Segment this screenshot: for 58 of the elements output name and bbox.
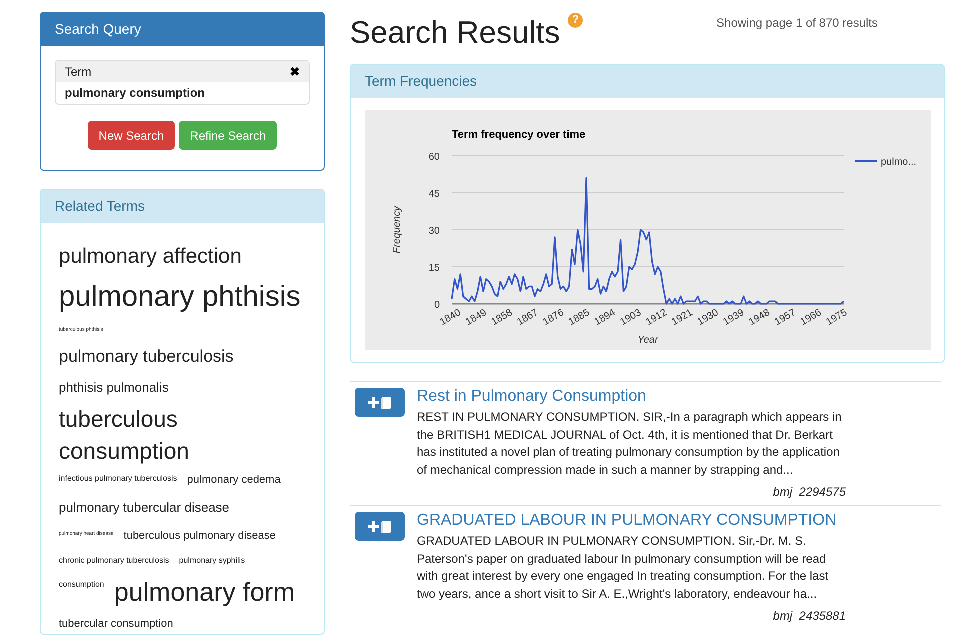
chart-title: Term frequency over time [452, 129, 586, 141]
result-title-link[interactable]: GRADUATED LABOUR IN PULMONARY CONSUMPTION [417, 511, 846, 531]
related-term-link[interactable]: pulmonary syphilis [179, 549, 246, 573]
related-term-link[interactable]: pulmonary tuberculosis [59, 341, 234, 373]
result-snippet: REST IN PULMONARY CONSUMPTION. SIR,-In a paragraph which appears in the BRITISH1 MEDICAL JOURNAL of Oct. 4th, it is mentioned that Dr. Berkart has instituted a novel plan of treating pulmonary consumption by the application of mechanical compression made in such a manner by strapping and... [417, 409, 843, 478]
result-snippet: GRADUATED LABOUR IN PULMONARY CONSUMPTION. Sir,-Dr. M. S. Paterson's paper on graduated labour In pulmonary consumption will be read with great interest by every one engaged In treating consumption. For the last two years, ance a short visit to Sir A. E.,Wright's laboratory, endeavour ha... [417, 533, 830, 602]
y-tick-label: 30 [428, 226, 440, 237]
result-id: bmj_2294575 [773, 484, 846, 501]
x-tick-label: 1975 [824, 308, 850, 328]
panel-title: Term Frequencies [365, 72, 478, 91]
add-to-collection-button[interactable] [355, 388, 405, 417]
related-term-link[interactable]: phthisis pulmonalis [59, 373, 169, 403]
x-tick-label: 1948 [747, 308, 772, 328]
related-term-link[interactable]: pulmonary cedema [187, 467, 281, 493]
related-term-link[interactable]: pulmonary tubercular disease [59, 493, 230, 523]
search-button[interactable]: New Search [88, 121, 176, 150]
y-tick-label: 45 [428, 189, 440, 200]
y-tick-label: 0 [434, 300, 440, 311]
x-tick-label: 1849 [464, 308, 489, 328]
related-term-link[interactable]: pulmonary form [114, 573, 295, 611]
y-tick-label: 60 [428, 152, 440, 163]
related-term-link[interactable]: chronic pulmonary tuberculosis [59, 549, 170, 573]
related-term-link[interactable]: consumption [59, 573, 104, 597]
y-tick-label: 15 [428, 263, 440, 274]
remove-term-button[interactable]: ✖ [290, 66, 300, 78]
x-tick-label: 1858 [490, 308, 515, 328]
x-tick-label: 1921 [670, 308, 695, 328]
x-tick-label: 1894 [592, 308, 618, 328]
x-tick-label: 1912 [644, 308, 670, 328]
plus-copy-icon [367, 520, 393, 534]
x-tick-label: 1876 [541, 308, 566, 328]
plus-copy-icon [367, 396, 393, 410]
result-title-link[interactable]: Rest in Pulmonary Consumption [417, 387, 846, 407]
x-tick-label: 1957 [773, 308, 798, 328]
panel-title: Related Terms [55, 197, 146, 216]
result-id: bmj_2435881 [773, 608, 846, 625]
term-value: pulmonary consumption [65, 85, 206, 102]
x-tick-label: 1966 [798, 308, 824, 328]
legend-label: pulmo... [881, 157, 917, 168]
panel-title: Search Query [55, 20, 142, 39]
results-count: Showing page 1 of 870 results [716, 15, 878, 32]
related-term-link[interactable]: pulmonary phthisis [59, 275, 301, 319]
add-to-collection-button[interactable] [355, 512, 405, 541]
y-axis-label: Frequency [392, 206, 403, 254]
x-tick-label: 1930 [696, 308, 721, 328]
related-term-link[interactable]: tubercular consumption [59, 611, 174, 634]
related-term-link[interactable]: tuberculous consumption [59, 403, 306, 467]
term-label: Term [65, 64, 92, 80]
x-tick-label: 1939 [722, 308, 746, 328]
related-term-link[interactable]: infectious pulmonary tuberculosis [59, 467, 178, 491]
x-axis-label: Year [638, 335, 658, 346]
related-term-link[interactable]: tuberculous pulmonary disease [124, 523, 276, 549]
related-term-link[interactable]: pulmonary affection [59, 239, 242, 275]
x-tick-label: 1867 [516, 308, 540, 328]
x-tick-label: 1885 [567, 308, 592, 328]
x-tick-label: 1840 [438, 308, 464, 328]
x-tick-label: 1903 [618, 308, 644, 328]
page-title: Search Results [350, 14, 560, 52]
